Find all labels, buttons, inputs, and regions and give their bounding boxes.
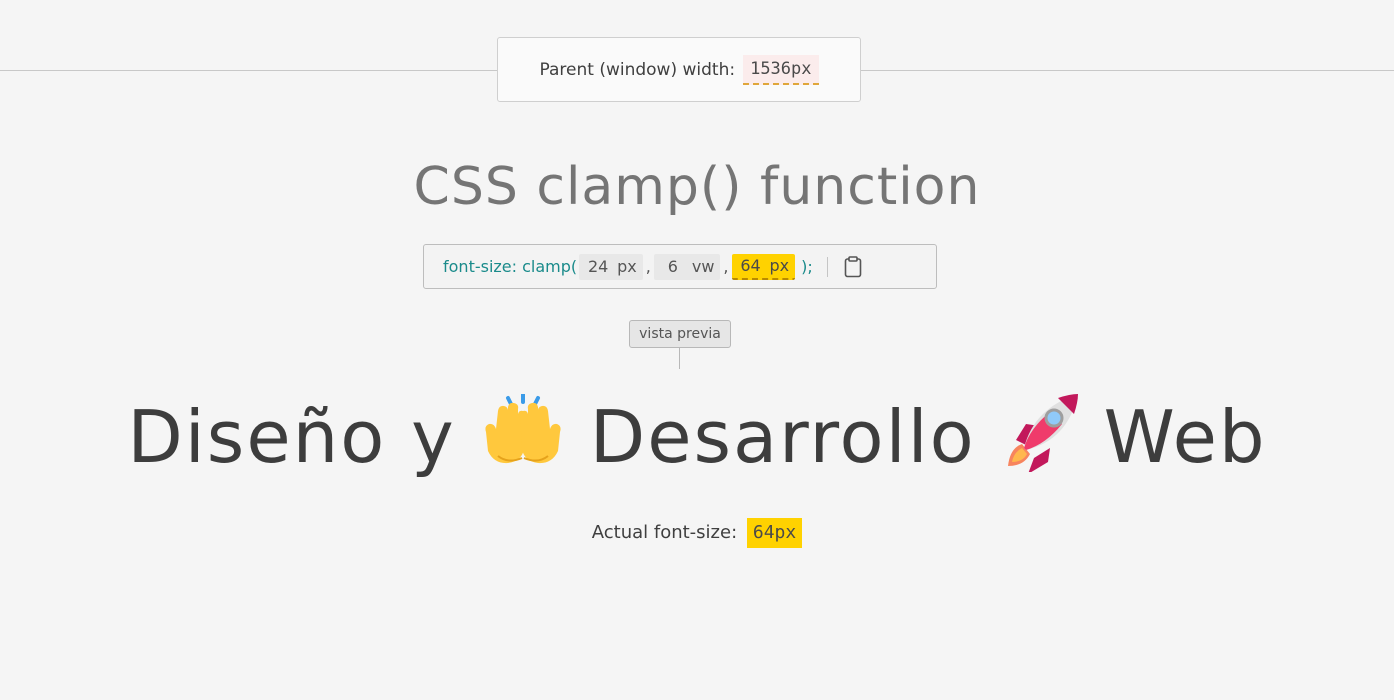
preview-word-3: Web bbox=[1103, 395, 1267, 479]
app-stage: Parent (window) width: 1536px CSS clamp(… bbox=[0, 0, 1394, 700]
max-value-number: 64 bbox=[740, 256, 761, 275]
rocket-icon bbox=[998, 392, 1082, 492]
max-value-unit: px bbox=[769, 256, 790, 275]
code-separator: , bbox=[723, 257, 729, 276]
min-value-input[interactable]: 24 px bbox=[579, 253, 643, 280]
actual-font-size-value: 64px bbox=[746, 518, 803, 548]
preview-text: Diseño y Desarrollo Web bbox=[0, 392, 1394, 492]
clipboard-icon bbox=[844, 255, 862, 277]
window-width-label: Parent (window) width: bbox=[539, 59, 736, 80]
actual-font-size: Actual font-size: 64px bbox=[0, 518, 1394, 548]
preview-word-2: Desarrollo bbox=[589, 395, 976, 479]
page-title: CSS clamp() function bbox=[413, 157, 981, 217]
min-value-unit: px bbox=[617, 257, 637, 276]
code-divider bbox=[826, 256, 828, 277]
preview-tag-stem bbox=[679, 348, 680, 369]
raising-hands-icon bbox=[478, 392, 568, 490]
window-width-value: 1536px bbox=[743, 54, 819, 85]
clamp-code-bar: font-size: clamp( 24 px , 6 vw , 64 px )… bbox=[423, 244, 937, 289]
code-prefix: font-size: clamp( bbox=[443, 257, 578, 276]
min-value-number: 24 bbox=[587, 257, 609, 276]
max-value-input[interactable]: 64 px bbox=[731, 253, 796, 280]
copy-button[interactable] bbox=[842, 254, 864, 280]
preferred-value-number: 6 bbox=[667, 257, 678, 276]
code-separator: , bbox=[645, 257, 651, 276]
window-width-indicator: Parent (window) width: 1536px bbox=[497, 37, 861, 102]
preview-tag: vista previa bbox=[629, 320, 731, 348]
preferred-value-unit: vw bbox=[691, 257, 715, 276]
actual-font-size-label: Actual font-size: bbox=[591, 522, 738, 543]
preferred-value-input[interactable]: 6 vw bbox=[653, 253, 721, 280]
preview-word-1: Diseño y bbox=[127, 395, 456, 479]
code-suffix: ); bbox=[801, 257, 813, 276]
